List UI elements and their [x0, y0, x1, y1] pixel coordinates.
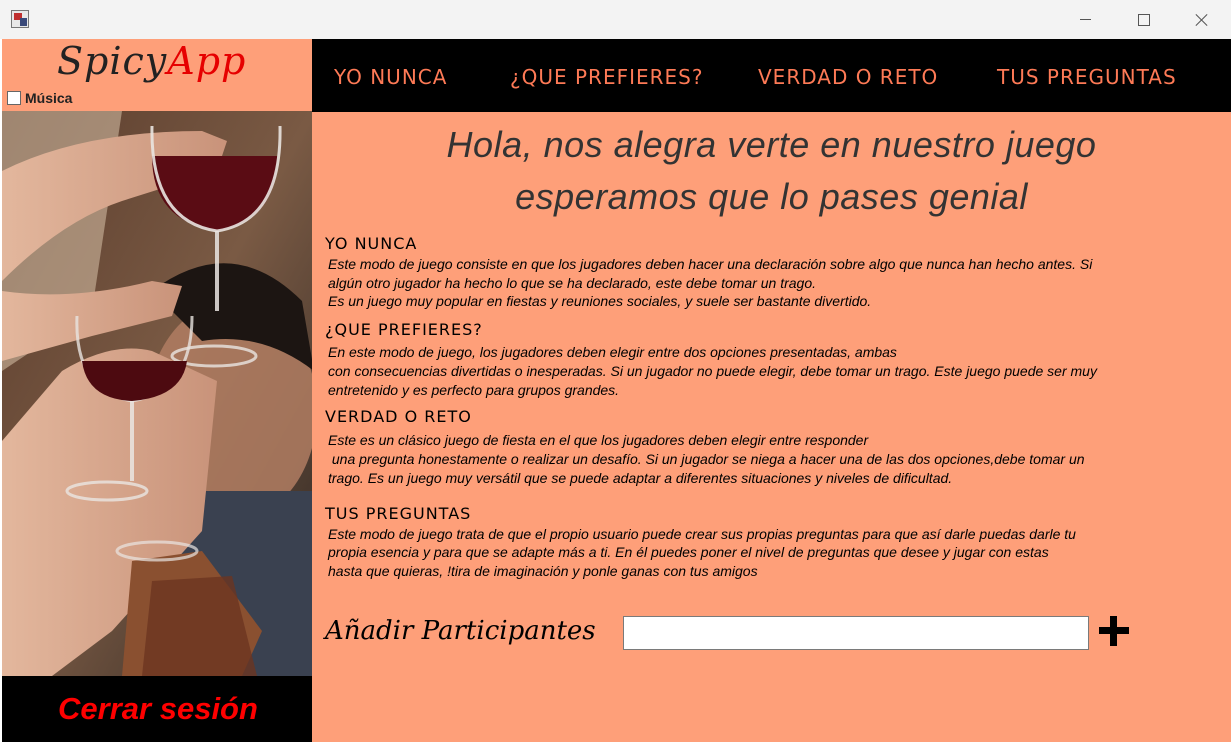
section-text-line: hasta que quieras, !tira de imaginación …: [328, 563, 758, 579]
add-participants-label: Añadir Participantes: [325, 616, 596, 646]
section-text-line: Este modo de juego trata de que el propi…: [328, 526, 1076, 542]
add-participant-button[interactable]: [1097, 614, 1131, 648]
section-text-line: trago. Es un juego muy versátil que se p…: [328, 470, 953, 486]
section-text-line: entretenido y es perfecto para grupos gr…: [328, 382, 620, 398]
music-checkbox[interactable]: [7, 91, 21, 105]
section-text-line: En este modo de juego, los jugadores deb…: [328, 344, 897, 360]
minimize-button[interactable]: [1056, 0, 1114, 39]
section-title-tus-preguntas: TUS PREGUNTAS: [325, 504, 472, 523]
main-content: Hola, nos alegra verte en nuestro juego …: [312, 112, 1231, 742]
section-text-line: Este es un clásico juego de fiesta en el…: [328, 432, 869, 448]
maximize-icon: [1138, 13, 1150, 26]
logo-word-app: App: [167, 39, 247, 83]
music-toggle[interactable]: Música: [7, 90, 72, 106]
section-title-que-prefieres: ¿QUE PREFIERES?: [325, 320, 483, 339]
close-button[interactable]: [1173, 0, 1231, 39]
logout-button[interactable]: Cerrar sesión: [2, 676, 314, 742]
minimize-icon: [1079, 19, 1091, 20]
nav-verdad-o-reto[interactable]: VERDAD O RETO: [758, 65, 938, 89]
party-toast-photo: [2, 111, 314, 676]
section-text-line: con consecuencias divertidas o inesperad…: [328, 363, 1097, 379]
section-text-line: una pregunta honestamente o realizar un …: [328, 451, 1085, 467]
welcome-line-2: esperamos que lo pases genial: [515, 176, 1028, 217]
sidebar: SpicyApp Música Cerrar sesión: [2, 39, 314, 742]
section-title-verdad-o-reto: VERDAD O RETO: [325, 407, 472, 426]
section-title-yo-nunca: YO NUNCA: [325, 234, 418, 253]
close-icon: [1195, 13, 1209, 27]
welcome-line-1: Hola, nos alegra verte en nuestro juego: [446, 124, 1097, 165]
nav-que-prefieres[interactable]: ¿QUE PREFIERES?: [510, 65, 703, 89]
java-app-icon: [11, 10, 29, 28]
maximize-button[interactable]: [1115, 0, 1173, 39]
logout-label: Cerrar sesión: [58, 691, 258, 726]
nav-tus-preguntas[interactable]: TUS PREGUNTAS: [997, 65, 1177, 89]
section-text-line: Es un juego muy popular en fiestas y reu…: [328, 293, 872, 309]
toast-illustration: [2, 111, 314, 676]
participant-name-input[interactable]: [623, 616, 1089, 650]
section-text-line: propia esencia y para que se adapte más …: [328, 544, 1049, 560]
nav-yo-nunca[interactable]: YO NUNCA: [334, 65, 447, 89]
music-label: Música: [25, 90, 73, 106]
top-navigation: YO NUNCA ¿QUE PREFIERES? VERDAD O RETO T…: [312, 39, 1231, 112]
logo-area: SpicyApp Música: [2, 39, 312, 111]
section-text-line: Este modo de juego consiste en que los j…: [328, 256, 1093, 272]
app-logo: SpicyApp: [57, 39, 246, 83]
window-titlebar: [0, 0, 1231, 39]
logo-word-spicy: Spicy: [57, 39, 168, 83]
section-text-line: algún otro jugador ha hecho lo que se ha…: [328, 275, 817, 291]
